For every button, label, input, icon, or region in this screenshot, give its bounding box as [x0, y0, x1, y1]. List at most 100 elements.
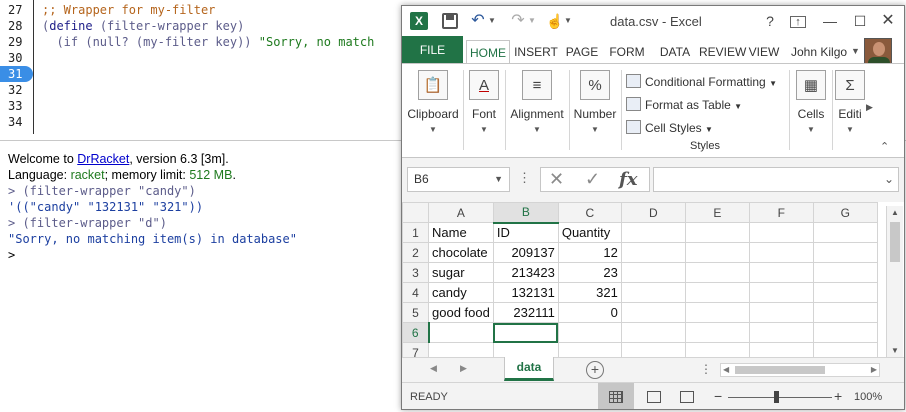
clipboard-group[interactable]: 📋 Clipboard ▼ [406, 70, 460, 150]
format-as-table-button[interactable]: Format as Table ▼ [626, 95, 742, 115]
cell[interactable] [684, 242, 750, 263]
cell[interactable]: 12 [557, 242, 622, 263]
scroll-down-icon[interactable]: ▼ [891, 346, 899, 355]
editing-group[interactable]: Σ Editi ▼ [835, 70, 865, 150]
cell[interactable] [428, 322, 494, 343]
touch-mode-icon[interactable]: ☝ [546, 12, 563, 30]
scroll-left-icon[interactable]: ◀ [723, 365, 729, 374]
cell[interactable]: 209137 [492, 242, 559, 263]
select-all-corner[interactable] [402, 202, 429, 223]
cell[interactable] [620, 282, 686, 303]
tab-formulas[interactable]: FORM [608, 40, 646, 64]
cell[interactable]: 23 [557, 262, 622, 283]
cell[interactable]: 232111 [492, 302, 559, 323]
column-header[interactable]: C [557, 202, 622, 223]
column-header[interactable]: A [428, 202, 494, 223]
cell[interactable]: Quantity [557, 222, 622, 243]
cell[interactable] [557, 322, 622, 343]
cell[interactable] [684, 302, 750, 323]
zoom-level[interactable]: 100% [854, 391, 882, 403]
drracket-link[interactable]: DrRacket [77, 152, 129, 166]
normal-view-button[interactable] [598, 383, 634, 409]
column-header[interactable]: E [684, 202, 750, 223]
cell[interactable] [620, 302, 686, 323]
ribbon-display-options-icon[interactable]: ↑ [790, 16, 806, 28]
cell[interactable] [748, 322, 814, 343]
formula-input[interactable]: ⌄ [653, 167, 899, 192]
tab-view[interactable]: VIEW [748, 40, 780, 64]
cell[interactable]: 213423 [492, 262, 559, 283]
alignment-group[interactable]: ≡ Alignment ▼ [508, 70, 566, 150]
cell[interactable] [812, 282, 878, 303]
cell[interactable]: 321 [557, 282, 622, 303]
scroll-up-icon[interactable]: ▲ [891, 208, 899, 217]
row-header[interactable]: 5 [402, 302, 429, 323]
font-group[interactable]: A Font ▼ [466, 70, 502, 150]
save-icon[interactable] [442, 13, 458, 29]
tab-insert[interactable]: INSERT [514, 40, 558, 64]
zoom-slider-thumb[interactable] [774, 391, 779, 403]
excel-window[interactable]: X ↶ ▼ ↷ ▼ ☝ ▼ data.csv - Excel ? ↑ — ☐ ✕… [401, 5, 905, 410]
avatar[interactable] [864, 38, 892, 64]
help-icon[interactable]: ? [762, 12, 778, 30]
redo-dropdown-icon[interactable]: ▼ [528, 12, 536, 30]
repl-prompt[interactable]: > [8, 248, 15, 262]
zoom-in-icon[interactable]: + [834, 388, 842, 404]
cell[interactable] [748, 302, 814, 323]
excel-titlebar[interactable]: X ↶ ▼ ↷ ▼ ☝ ▼ data.csv - Excel ? ↑ — ☐ ✕ [402, 6, 904, 36]
cell[interactable]: Name [428, 222, 494, 243]
tab-home[interactable]: HOME [466, 40, 510, 64]
tab-file[interactable]: FILE [402, 36, 463, 64]
spreadsheet-grid[interactable]: A B C D E F G 1 Name ID Quantity 2 choco… [402, 202, 904, 363]
redo-icon[interactable]: ↷ [510, 12, 526, 30]
tab-review[interactable]: REVIEW [699, 40, 746, 64]
zoom-out-icon[interactable]: − [714, 388, 722, 404]
tab-page-layout[interactable]: PAGE L [561, 40, 603, 83]
scroll-right-icon[interactable]: ▶ [871, 365, 877, 374]
cell[interactable] [620, 322, 686, 343]
chevron-down-icon[interactable]: ▼ [494, 168, 503, 191]
cell[interactable]: chocolate [428, 242, 494, 263]
sheet-tab-data[interactable]: data [504, 357, 554, 381]
next-sheet-icon[interactable]: ▶ [460, 363, 467, 374]
zoom-slider[interactable] [728, 397, 832, 398]
cell[interactable]: good food [428, 302, 494, 323]
cell[interactable] [748, 242, 814, 263]
page-layout-view-button[interactable] [647, 383, 663, 409]
column-header[interactable]: D [620, 202, 686, 223]
cell[interactable] [812, 222, 878, 243]
tab-splitter-icon[interactable]: ⋮ [700, 362, 712, 376]
cell[interactable] [684, 222, 750, 243]
ribbon-scroll-right-icon[interactable]: ▶ [866, 102, 873, 113]
new-sheet-icon[interactable]: + [586, 361, 604, 379]
cell[interactable] [684, 322, 750, 343]
formula-bar-resize-icon[interactable]: ⋮ [518, 170, 531, 186]
cell[interactable] [812, 302, 878, 323]
cell[interactable]: ID [492, 222, 559, 243]
cell[interactable]: 0 [557, 302, 622, 323]
cell[interactable] [812, 242, 878, 263]
cell[interactable] [812, 262, 878, 283]
cell[interactable] [620, 262, 686, 283]
expand-formula-bar-icon[interactable]: ⌄ [884, 172, 894, 186]
row-header[interactable]: 3 [402, 262, 429, 283]
tab-data[interactable]: DATA [658, 40, 692, 64]
column-header[interactable]: G [812, 202, 878, 223]
code-area[interactable]: ;; Wrapper for my-filter (define (filter… [42, 2, 374, 50]
row-header[interactable]: 4 [402, 282, 429, 303]
user-name[interactable]: John Kilgo [791, 45, 847, 59]
row-header[interactable]: 1 [402, 222, 429, 243]
cell[interactable] [684, 282, 750, 303]
minimize-icon[interactable]: — [822, 12, 838, 30]
cancel-icon[interactable]: ✕ [549, 169, 564, 190]
cell[interactable] [684, 262, 750, 283]
number-group[interactable]: % Number ▼ [572, 70, 618, 150]
enter-check-icon[interactable]: ✓ [585, 169, 600, 190]
horizontal-scroll-thumb[interactable] [735, 366, 825, 374]
undo-dropdown-icon[interactable]: ▼ [488, 12, 496, 30]
conditional-formatting-button[interactable]: Conditional Formatting ▼ [626, 72, 777, 92]
maximize-icon[interactable]: ☐ [852, 12, 868, 30]
customize-toolbar-icon[interactable]: ▼ [564, 12, 572, 30]
collapse-ribbon-icon[interactable]: ⌃ [880, 140, 889, 153]
vertical-scroll-thumb[interactable] [890, 222, 900, 262]
